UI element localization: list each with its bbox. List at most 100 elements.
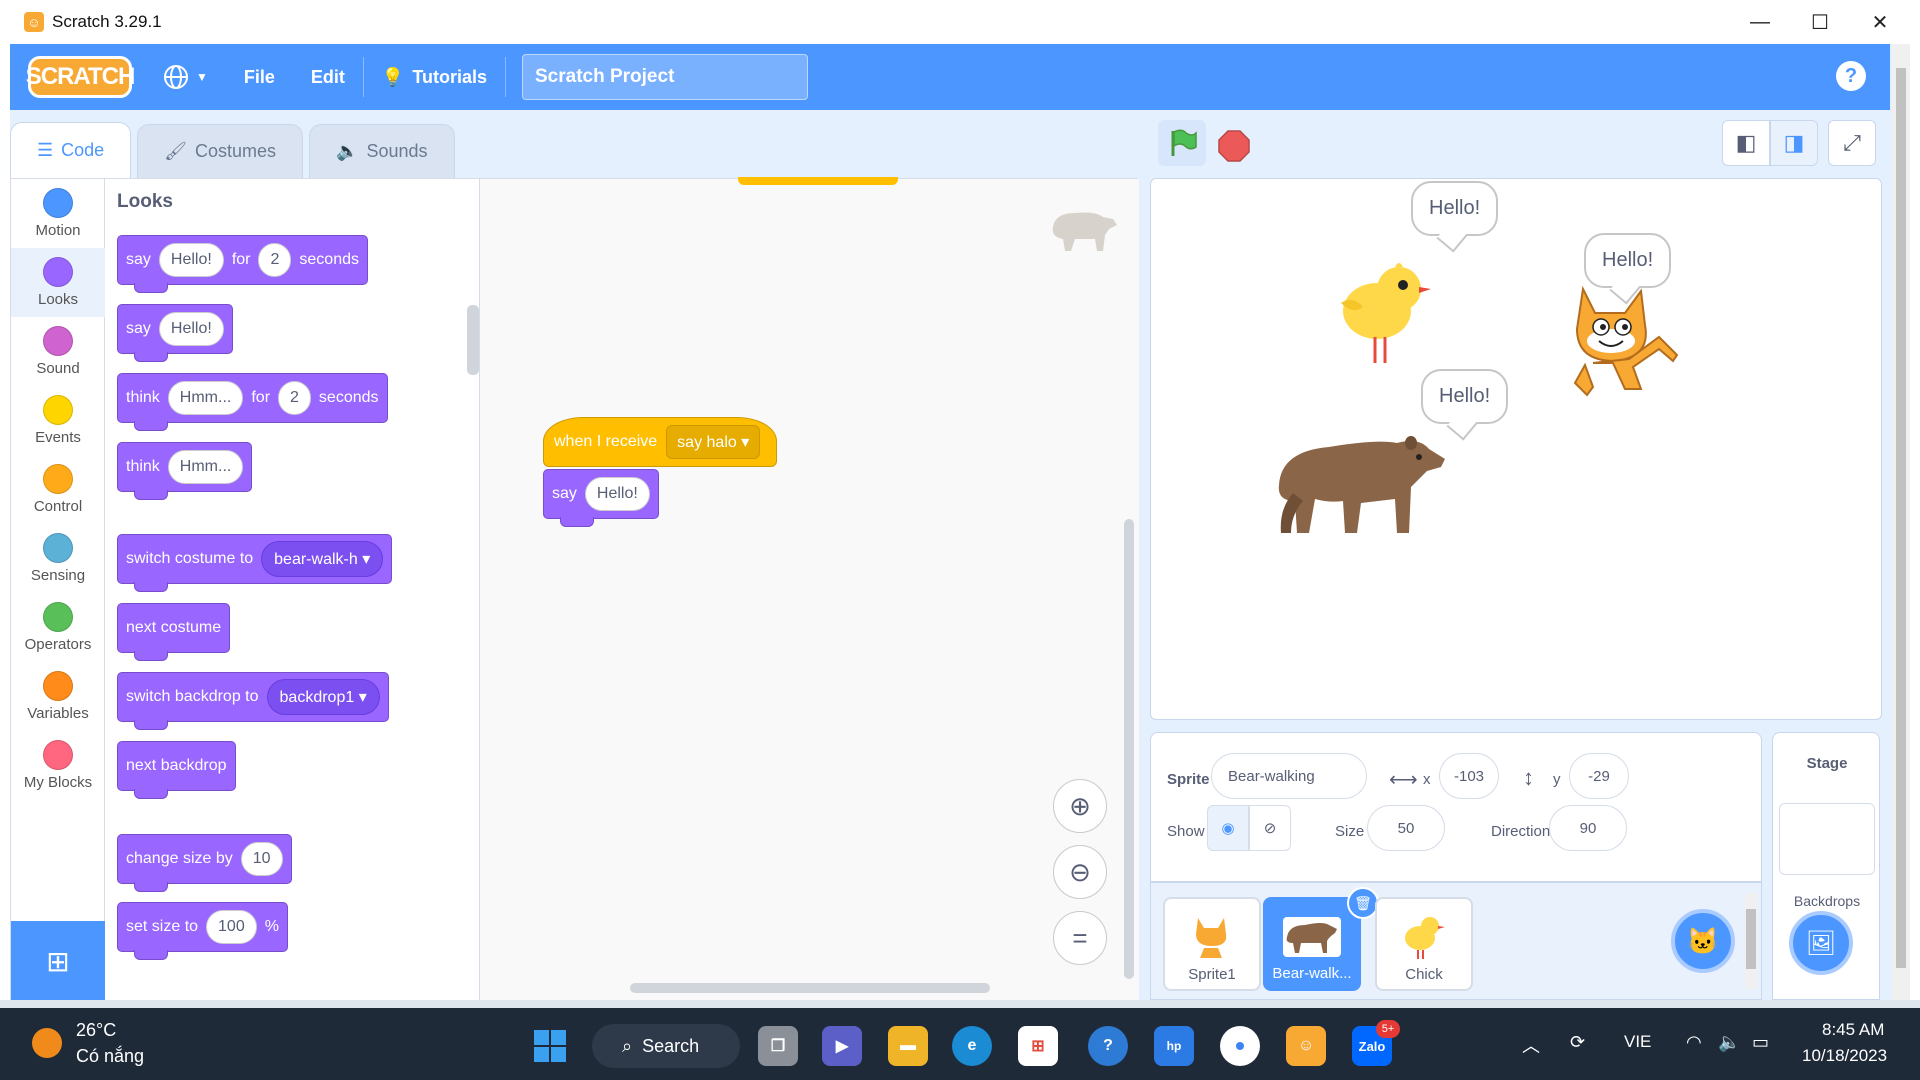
battery-icon[interactable]: ▭ bbox=[1752, 1032, 1769, 1053]
y-position-input[interactable]: -29 bbox=[1569, 753, 1629, 799]
zoom-out-button[interactable]: ⊖ bbox=[1053, 845, 1107, 899]
chick-sprite[interactable] bbox=[1339, 255, 1435, 365]
size-input[interactable]: 50 bbox=[1367, 805, 1445, 851]
category-looks[interactable]: Looks bbox=[11, 248, 105, 317]
task-view-icon[interactable]: ❐ bbox=[758, 1026, 798, 1066]
block-number-input[interactable]: 2 bbox=[258, 243, 292, 277]
tab-costumes[interactable]: 🖌 Costumes bbox=[137, 124, 304, 178]
block-next-backdrop[interactable]: next backdrop bbox=[117, 741, 236, 799]
help-tips-icon[interactable]: ? bbox=[1088, 1026, 1128, 1066]
scrollbar-thumb[interactable] bbox=[1746, 909, 1756, 969]
category-sensing[interactable]: Sensing bbox=[11, 524, 105, 593]
help-button[interactable]: ? bbox=[1836, 61, 1866, 91]
block-number-input[interactable]: 10 bbox=[240, 842, 283, 876]
language-indicator[interactable]: VIE bbox=[1624, 1032, 1651, 1052]
block-text-input[interactable]: Hmm... bbox=[167, 381, 244, 415]
store-icon[interactable]: ⊞ bbox=[1018, 1026, 1058, 1066]
category-motion[interactable]: Motion bbox=[11, 179, 105, 248]
block-text-input[interactable]: Hello! bbox=[158, 312, 224, 346]
tutorials-menu[interactable]: 💡 Tutorials bbox=[364, 44, 505, 110]
category-my-blocks[interactable]: My Blocks bbox=[11, 731, 105, 800]
chrome-icon[interactable] bbox=[1220, 1026, 1260, 1066]
sync-icon[interactable]: ⟳ bbox=[1570, 1032, 1585, 1053]
small-stage-button[interactable]: ◧ bbox=[1722, 120, 1770, 166]
workspace-vertical-scrollbar[interactable] bbox=[1124, 519, 1134, 979]
volume-icon[interactable]: 🔈 bbox=[1718, 1032, 1740, 1053]
clock-date[interactable]: 10/18/2023 bbox=[1802, 1046, 1887, 1066]
hat-block-when-i-receive[interactable]: when I receive say halo ▾ bbox=[543, 417, 777, 467]
sprite-tile[interactable]: Chick bbox=[1375, 897, 1473, 991]
edit-menu[interactable]: Edit bbox=[293, 44, 363, 110]
weather-temperature[interactable]: 26°C bbox=[76, 1020, 116, 1041]
block-switch-backdrop[interactable]: switch backdrop to backdrop1 ▾ bbox=[117, 672, 389, 730]
category-operators[interactable]: Operators bbox=[11, 593, 105, 662]
maximize-button[interactable]: ☐ bbox=[1790, 0, 1850, 44]
palette-scrollbar[interactable] bbox=[467, 305, 479, 375]
show-visible-button[interactable]: ◉ bbox=[1207, 805, 1249, 851]
cat-sprite[interactable] bbox=[1555, 279, 1685, 409]
scratch-taskbar-icon[interactable]: ☺ bbox=[1286, 1026, 1326, 1066]
wifi-icon[interactable]: ◠ bbox=[1686, 1032, 1702, 1053]
myhp-icon[interactable]: hp bbox=[1154, 1026, 1194, 1066]
bear-sprite[interactable] bbox=[1269, 429, 1449, 549]
workspace-horizontal-scrollbar[interactable] bbox=[630, 983, 990, 993]
zoom-in-button[interactable]: ⊕ bbox=[1053, 779, 1107, 833]
stage-selector[interactable]: Stage Backdrops 🖼 bbox=[1772, 732, 1880, 1000]
scrollbar-thumb[interactable] bbox=[1896, 68, 1906, 968]
choose-backdrop-button[interactable]: 🖼 bbox=[1789, 911, 1853, 975]
window-scrollbar[interactable] bbox=[1892, 44, 1910, 1000]
sprite-tile[interactable]: Sprite1 bbox=[1163, 897, 1261, 991]
tab-code[interactable]: ☰ Code bbox=[10, 122, 132, 178]
sprite-name-input[interactable]: Bear-walking bbox=[1211, 753, 1367, 799]
sprite-tile[interactable]: Bear-walk... bbox=[1263, 897, 1361, 991]
sprite-list-scrollbar[interactable] bbox=[1745, 893, 1757, 989]
block-say[interactable]: say Hello! bbox=[117, 304, 233, 362]
teams-icon[interactable]: ▶ bbox=[822, 1026, 862, 1066]
green-flag-button[interactable] bbox=[1158, 120, 1206, 166]
minimize-button[interactable]: — bbox=[1730, 0, 1790, 44]
tab-sounds[interactable]: 🔈 Sounds bbox=[309, 124, 455, 178]
project-title-input[interactable]: Scratch Project bbox=[522, 54, 808, 100]
language-menu[interactable]: ▼ bbox=[144, 44, 226, 110]
choose-sprite-button[interactable]: 🐱 bbox=[1671, 909, 1735, 973]
direction-input[interactable]: 90 bbox=[1549, 805, 1627, 851]
normal-stage-button[interactable]: ◨ bbox=[1770, 120, 1818, 166]
weather-text[interactable]: Có nắng bbox=[76, 1046, 144, 1067]
add-extension-button[interactable]: ⊞ bbox=[11, 921, 105, 1000]
block-text-input[interactable]: Hello! bbox=[158, 243, 224, 277]
block-next-costume[interactable]: next costume bbox=[117, 603, 231, 661]
clock-time[interactable]: 8:45 AM bbox=[1822, 1020, 1884, 1040]
file-menu[interactable]: File bbox=[226, 44, 293, 110]
costume-dropdown[interactable]: bear-walk-h ▾ bbox=[261, 541, 384, 577]
offscreen-block[interactable] bbox=[738, 177, 898, 185]
script-block-say[interactable]: say Hello! bbox=[543, 469, 659, 527]
block-set-size[interactable]: set size to 100 % bbox=[117, 902, 288, 960]
close-button[interactable]: ✕ bbox=[1850, 0, 1910, 44]
block-think-for-secs[interactable]: think Hmm... for 2 seconds bbox=[117, 373, 388, 431]
block-text-input[interactable]: Hello! bbox=[584, 477, 650, 511]
stop-button[interactable] bbox=[1218, 130, 1250, 162]
category-variables[interactable]: Variables bbox=[11, 662, 105, 731]
stage-canvas[interactable]: Hello! Hello! Hello! bbox=[1150, 178, 1882, 720]
taskbar-search[interactable]: ⌕ Search bbox=[592, 1024, 740, 1068]
windows-start-icon[interactable] bbox=[530, 1026, 570, 1066]
file-explorer-icon[interactable]: ▬ bbox=[888, 1026, 928, 1066]
backdrop-thumbnail[interactable] bbox=[1779, 803, 1875, 875]
block-number-input[interactable]: 100 bbox=[206, 910, 257, 944]
category-events[interactable]: Events bbox=[11, 386, 105, 455]
edge-icon[interactable]: e bbox=[952, 1026, 992, 1066]
block-number-input[interactable]: 2 bbox=[278, 381, 311, 415]
backdrop-dropdown[interactable]: backdrop1 ▾ bbox=[266, 679, 380, 715]
scratch-logo[interactable]: SCRATCH bbox=[26, 56, 135, 98]
block-change-size[interactable]: change size by 10 bbox=[117, 834, 292, 892]
script-workspace[interactable]: when I receive say halo ▾ say Hello! ⊕ ⊖… bbox=[480, 177, 1139, 1000]
show-hidden-button[interactable]: ⊘ bbox=[1249, 805, 1291, 851]
block-text-input[interactable]: Hmm... bbox=[167, 450, 244, 484]
fullscreen-button[interactable]: ⤢ bbox=[1828, 120, 1876, 166]
zoom-reset-button[interactable]: = bbox=[1053, 911, 1107, 965]
chevron-up-icon[interactable]: ︿ bbox=[1522, 1032, 1540, 1058]
category-control[interactable]: Control bbox=[11, 455, 105, 524]
category-sound[interactable]: Sound bbox=[11, 317, 105, 386]
block-say-for-secs[interactable]: say Hello! for 2 seconds bbox=[117, 235, 368, 293]
message-dropdown[interactable]: say halo ▾ bbox=[666, 425, 761, 459]
